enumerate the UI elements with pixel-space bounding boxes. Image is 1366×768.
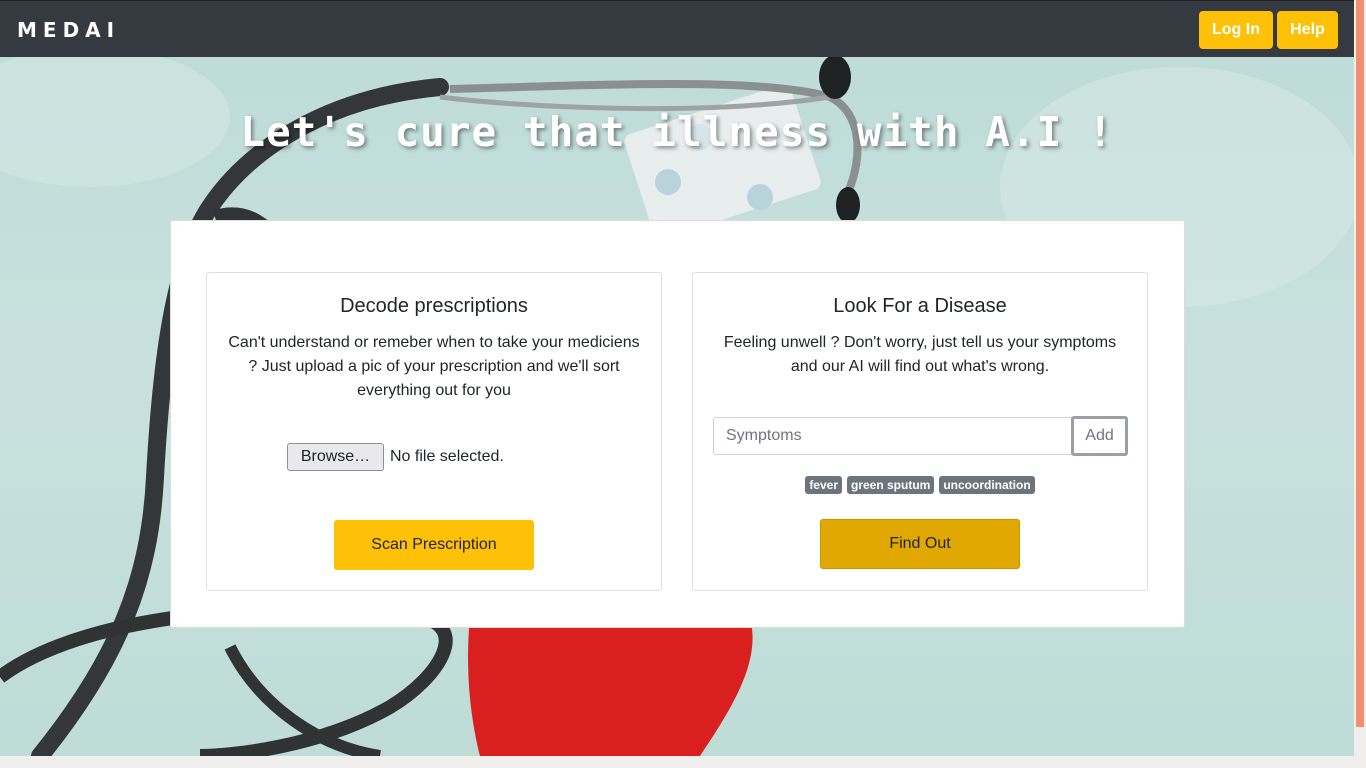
disease-card-description: Feeling unwell ? Don't worry, just tell … bbox=[723, 334, 1117, 375]
bottom-edge bbox=[0, 756, 1366, 768]
prescription-card-title: Decode prescriptions bbox=[340, 295, 528, 317]
add-symptom-button[interactable]: Add bbox=[1071, 416, 1128, 456]
symptom-tag[interactable]: green sputum bbox=[847, 476, 935, 494]
file-upload[interactable]: Browse… No file selected. bbox=[287, 443, 504, 471]
hero-headline: Let's cure that illness with A.I ! bbox=[240, 108, 1114, 156]
symptom-tags: fever green sputum uncoordination bbox=[693, 476, 1147, 494]
disease-card: Look For a Disease Feeling unwell ? Don'… bbox=[692, 272, 1148, 591]
prescription-card: Decode prescriptions Can't understand or… bbox=[206, 272, 662, 591]
find-out-button[interactable]: Find Out bbox=[820, 519, 1020, 569]
scan-prescription-button[interactable]: Scan Prescription bbox=[334, 520, 534, 570]
prescription-card-description: Can't understand or remeber when to take… bbox=[228, 334, 640, 399]
scrollbar-thumb[interactable] bbox=[1356, 0, 1364, 727]
symptoms-input[interactable]: Symptoms bbox=[713, 417, 1072, 455]
symptom-tag[interactable]: uncoordination bbox=[939, 476, 1035, 494]
disease-card-title: Look For a Disease bbox=[833, 295, 1007, 317]
help-button[interactable]: Help bbox=[1277, 11, 1338, 49]
navbar: MEDAI Log In Help bbox=[0, 0, 1354, 57]
browse-button[interactable]: Browse… bbox=[287, 443, 384, 471]
brand-logo[interactable]: MEDAI bbox=[17, 18, 120, 42]
symptom-tag[interactable]: fever bbox=[805, 476, 842, 494]
login-button[interactable]: Log In bbox=[1199, 11, 1273, 49]
file-status: No file selected. bbox=[390, 448, 504, 465]
